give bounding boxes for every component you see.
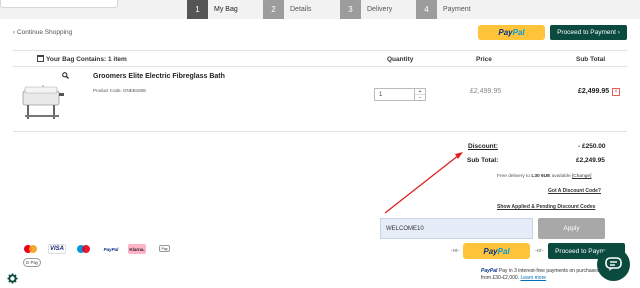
price-column-header: Price [476,56,492,63]
apple-pay-icon: Pay [159,245,170,252]
continue-shopping-link[interactable]: ‹ Continue Shopping [13,29,72,36]
mastercard-icon [22,244,38,254]
annotation-arrow [384,152,463,214]
chat-icon [605,257,622,271]
product-code: Product Code: GNEB180E [93,88,147,93]
google-pay-icon: G Pay [23,258,41,267]
item-price: £2,499.95 [470,88,502,95]
step-number: 4 [416,0,437,19]
product-image[interactable] [19,79,67,125]
item-divider [13,131,627,132]
zoom-icon[interactable] [62,72,69,79]
paypal-logo-part1: Pay [483,246,498,256]
quantity-column-header: Quantity [387,56,414,63]
step-payment[interactable]: 4 Payment [416,0,471,19]
paypal-logo-part2: Pal [512,28,525,37]
step-delivery[interactable]: 3 Delivery [340,0,392,19]
subtotal-column-header: Sub Total [576,56,606,63]
discount-label: Discount: [468,143,498,150]
step-label: My Bag [214,6,238,13]
order-subtotal-label: Sub Total: [467,157,499,164]
item-subtotal: £2,499.95 [578,88,610,95]
paypal-logo-part2: Pal [497,246,510,256]
shopping-bag-icon [37,55,44,62]
gear-icon[interactable] [7,273,18,284]
step-my-bag[interactable]: 1 My Bag [187,0,238,19]
discount-code-input[interactable]: WELCOME10 [380,218,533,239]
step-label: Payment [443,6,471,13]
or-separator: -or- [451,248,460,254]
proceed-to-payment-button-top[interactable]: Proceed to Payment › [550,25,627,40]
table-header-divider [13,66,627,67]
paypal-pay-in-3-info: PayPal Pay in 3 interest-free payments o… [481,268,603,282]
applied-discount-codes-link[interactable]: Show Applied & Pending Discount Codes [497,204,595,210]
header-dropdown-edge [0,0,118,8]
step-label: Details [290,6,312,13]
chat-button[interactable] [597,248,630,281]
order-subtotal-value: £2,249.95 [576,157,605,164]
change-delivery-link[interactable]: [Change] [572,174,591,179]
quantity-stepper[interactable]: + − [415,88,426,101]
discount-value: - £250.00 [578,143,606,150]
paypal-checkout-button-top[interactable]: Pay Pal [478,25,545,40]
product-name[interactable]: Groomers Elite Electric Fibreglass Bath [93,73,225,80]
step-details[interactable]: 2 Details [263,0,311,19]
paypal-small-icon: PayPal [103,246,119,252]
delivery-postcode: L30 6UE [531,174,551,179]
paypal-checkout-button-bottom[interactable]: Pay Pal [463,243,530,259]
delivery-note: Free delivery to L30 6UE available [Chan… [497,174,591,179]
step-label: Delivery [367,6,393,13]
step-number: 1 [187,0,208,19]
klarna-icon: Klarna. [128,244,146,254]
quantity-input[interactable]: 1 [374,88,415,101]
delivery-prefix: Free delivery to [497,174,532,179]
step-number: 3 [340,0,361,19]
checkout-steps-bar: 1 My Bag 2 Details 3 Delivery 4 Payment [0,0,640,19]
delivery-suffix: available [550,174,572,179]
visa-icon: VISA [48,244,66,254]
quantity-decrease-button[interactable]: − [415,95,425,101]
or-separator: -or- [535,248,544,254]
paypal-logo-part1: Pay [498,28,513,37]
remove-item-button[interactable]: × [612,88,620,96]
header-divider [13,50,627,51]
discount-code-link[interactable]: Got A Discount Code? [548,188,601,194]
learn-more-link[interactable]: Learn more [520,275,546,281]
maestro-icon [75,244,91,254]
paypal-brand: PayPal [481,268,498,274]
bag-title: Your Bag Contains: 1 item [46,56,127,63]
apply-button[interactable]: Apply [538,218,605,239]
step-number: 2 [263,0,284,19]
cart-page: 1 My Bag 2 Details 3 Delivery 4 Payment … [0,0,640,288]
